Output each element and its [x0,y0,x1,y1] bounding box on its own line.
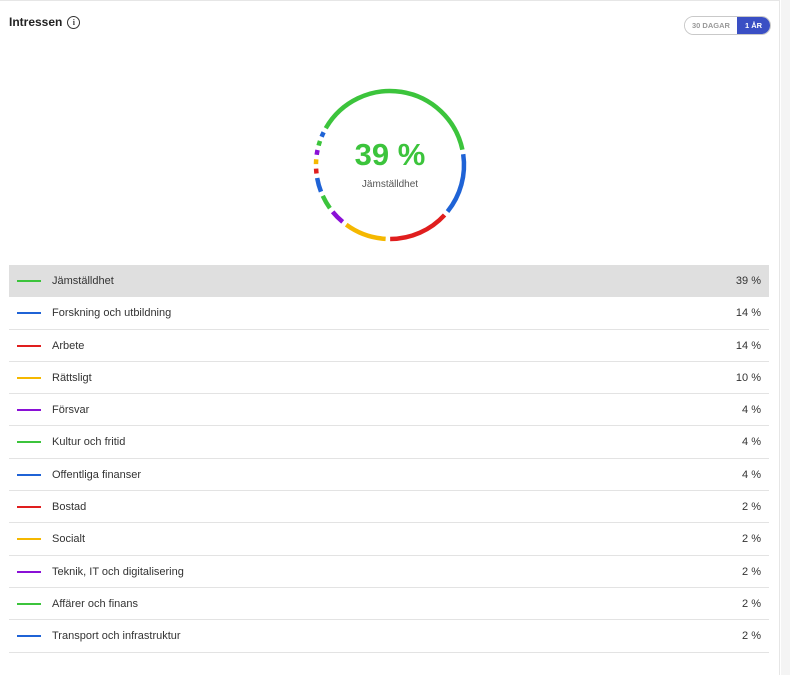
legend-swatch [17,312,41,315]
legend-row[interactable]: Kultur och fritid 4 % [9,426,769,459]
legend-value: 4 % [742,468,761,481]
legend-label: Jämställdhet [52,275,114,287]
legend-label: Försvar [52,404,90,417]
info-icon[interactable]: i [67,15,81,29]
legend-row[interactable]: Forskning och utbildning 14 % [9,297,769,330]
donut-slice[interactable] [320,194,332,210]
legend-value: 4 % [742,404,761,417]
legend-value: 39 % [735,275,761,287]
legend-label: Bostad [52,501,87,514]
legend-swatch [17,409,41,412]
donut-slice[interactable] [330,210,345,224]
legend-swatch [17,376,41,379]
legend-swatch [17,538,41,541]
legend-label: Teknik, IT och digitalisering [52,565,184,578]
card-header: Intressen i [9,15,81,29]
legend-label: Forskning och utbildning [52,307,172,320]
legend-row[interactable]: Rättsligt 10 % [9,362,769,395]
legend-row[interactable]: Jämställdhet 39 % [9,265,769,298]
donut-slice[interactable] [344,222,386,242]
legend-value: 14 % [735,339,761,352]
legend-label: Kultur och fritid [52,436,126,449]
card-title: Intressen [9,15,63,29]
legend-value: 4 % [742,436,761,449]
legend-row[interactable]: Affärer och finans 2 % [9,588,769,621]
donut-center-label: Jämställdhet [361,179,419,190]
legend-label: Affärer och finans [52,597,139,610]
interests-card: Intressen i 30 DAGAR 1 ÅR 39 % Jämställd… [0,0,780,675]
legend-label: Socialt [52,533,86,546]
legend-value: 2 % [742,565,761,578]
legend-swatch [17,506,41,509]
legend-label: Arbete [52,339,85,352]
legend-swatch [17,280,41,282]
legend-label: Transport och infrastruktur [52,630,181,643]
legend-swatch [17,344,41,347]
legend-row[interactable]: Transport och infrastruktur 2 % [9,620,769,653]
legend-label: Rättsligt [52,371,92,384]
legend-value: 2 % [742,501,761,514]
legend-list: Jämställdhet 39 % Forskning och utbildning… [9,265,769,653]
legend-swatch [17,602,41,605]
legend-swatch [17,473,41,476]
legend-value: 2 % [742,630,761,643]
donut-slice[interactable] [390,213,447,242]
scrollbar-track[interactable] [781,0,790,675]
legend-value: 2 % [742,533,761,546]
period-option-1-year[interactable]: 1 ÅR [736,17,771,34]
legend-value: 10 % [735,371,761,384]
legend-value: 2 % [742,597,761,610]
legend-row[interactable]: Försvar 4 % [9,394,769,427]
legend-row[interactable]: Offentliga finanser 4 % [9,459,769,492]
legend-row[interactable]: Arbete 14 % [9,330,769,362]
period-toggle: 30 DAGAR 1 ÅR [684,16,772,35]
donut-center-value: 39 % [354,137,426,172]
legend-swatch [17,635,41,638]
legend-swatch [17,570,41,573]
legend-value: 14 % [735,307,761,320]
period-option-30-days[interactable]: 30 DAGAR [685,17,737,34]
legend-swatch [17,441,41,444]
legend-row[interactable]: Teknik, IT och digitalisering 2 % [9,556,769,588]
legend-row[interactable]: Bostad 2 % [9,491,769,524]
legend-label: Offentliga finanser [52,468,142,481]
legend-row[interactable]: Socialt 2 % [9,523,769,556]
